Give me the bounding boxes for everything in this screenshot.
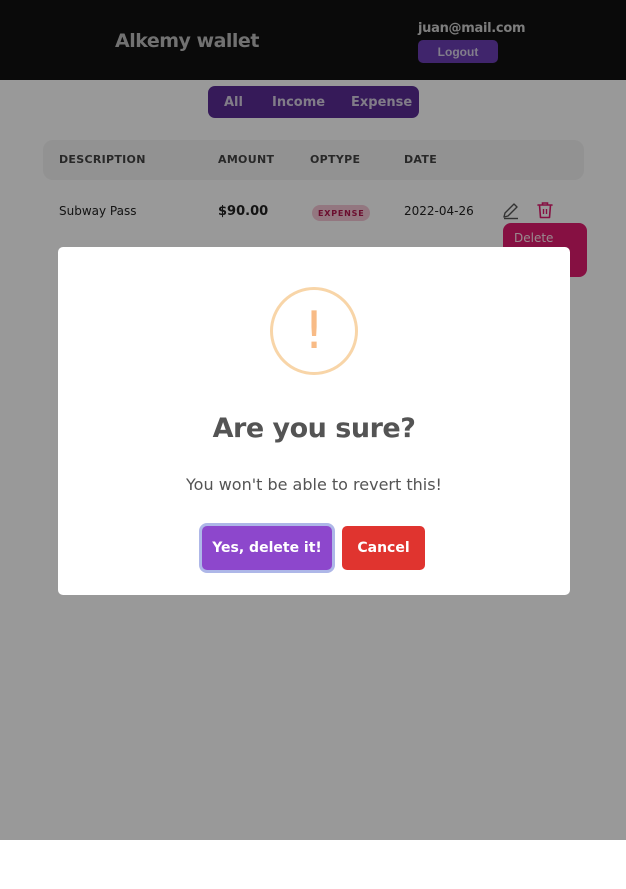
confirm-dialog: ! Are you sure? You won't be able to rev… <box>58 247 570 595</box>
exclamation-mark-icon: ! <box>303 301 325 361</box>
page: Alkemy wallet juan@mail.com Logout All I… <box>0 0 626 840</box>
cancel-button[interactable]: Cancel <box>342 526 425 570</box>
dialog-message: You won't be able to revert this! <box>186 475 442 494</box>
dialog-title: Are you sure? <box>212 413 416 444</box>
confirm-delete-button[interactable]: Yes, delete it! <box>202 526 332 570</box>
warning-icon: ! <box>270 287 358 375</box>
